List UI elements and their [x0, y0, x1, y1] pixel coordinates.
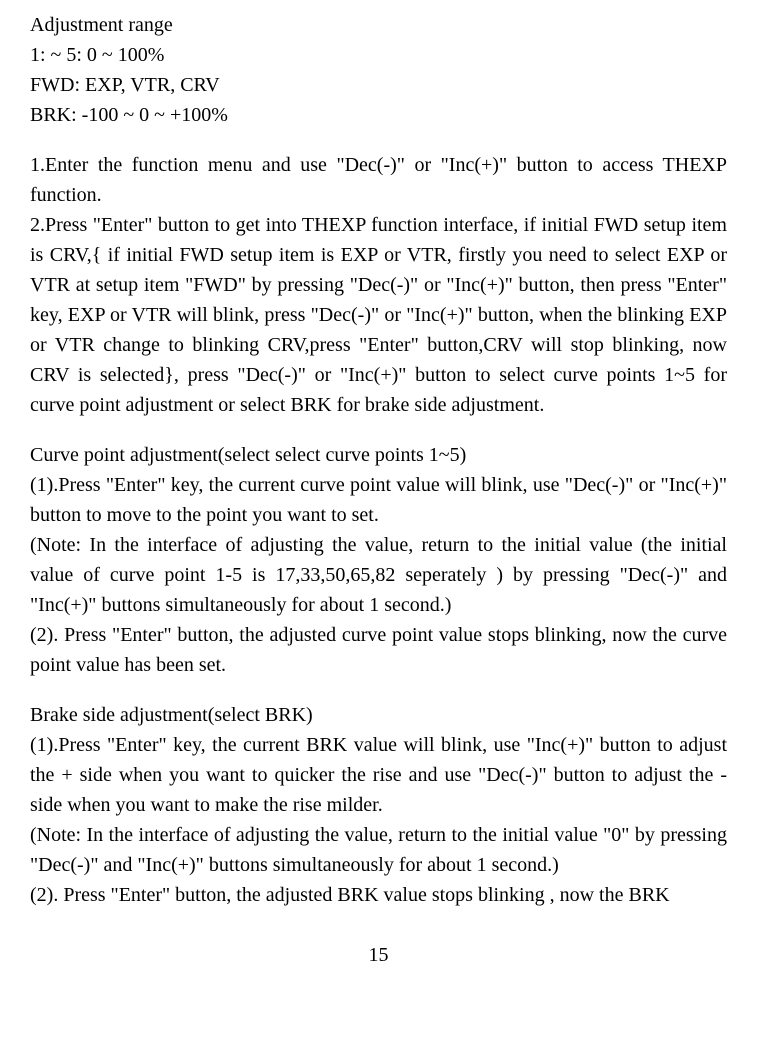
spec-fwd-line: FWD: EXP, VTR, CRV — [30, 70, 727, 100]
brake-step-1: (1).Press "Enter" key, the current BRK v… — [30, 730, 727, 820]
page-number: 15 — [30, 940, 727, 970]
curve-note: (Note: In the interface of adjusting the… — [30, 530, 727, 620]
curve-adjustment-title: Curve point adjustment(select select cur… — [30, 440, 727, 470]
step-2-text: 2.Press "Enter" button to get into THEXP… — [30, 210, 727, 420]
adjustment-range-label: Adjustment range — [30, 10, 727, 40]
brake-note: (Note: In the interface of adjusting the… — [30, 820, 727, 880]
curve-step-2: (2). Press "Enter" button, the adjusted … — [30, 620, 727, 680]
brake-adjustment-title: Brake side adjustment(select BRK) — [30, 700, 727, 730]
spec-brk-line: BRK: -100 ~ 0 ~ +100% — [30, 100, 727, 130]
step-1-text: 1.Enter the function menu and use "Dec(-… — [30, 150, 727, 210]
brake-step-2: (2). Press "Enter" button, the adjusted … — [30, 880, 727, 910]
curve-step-1: (1).Press "Enter" key, the current curve… — [30, 470, 727, 530]
spec-range-line: 1: ~ 5: 0 ~ 100% — [30, 40, 727, 70]
